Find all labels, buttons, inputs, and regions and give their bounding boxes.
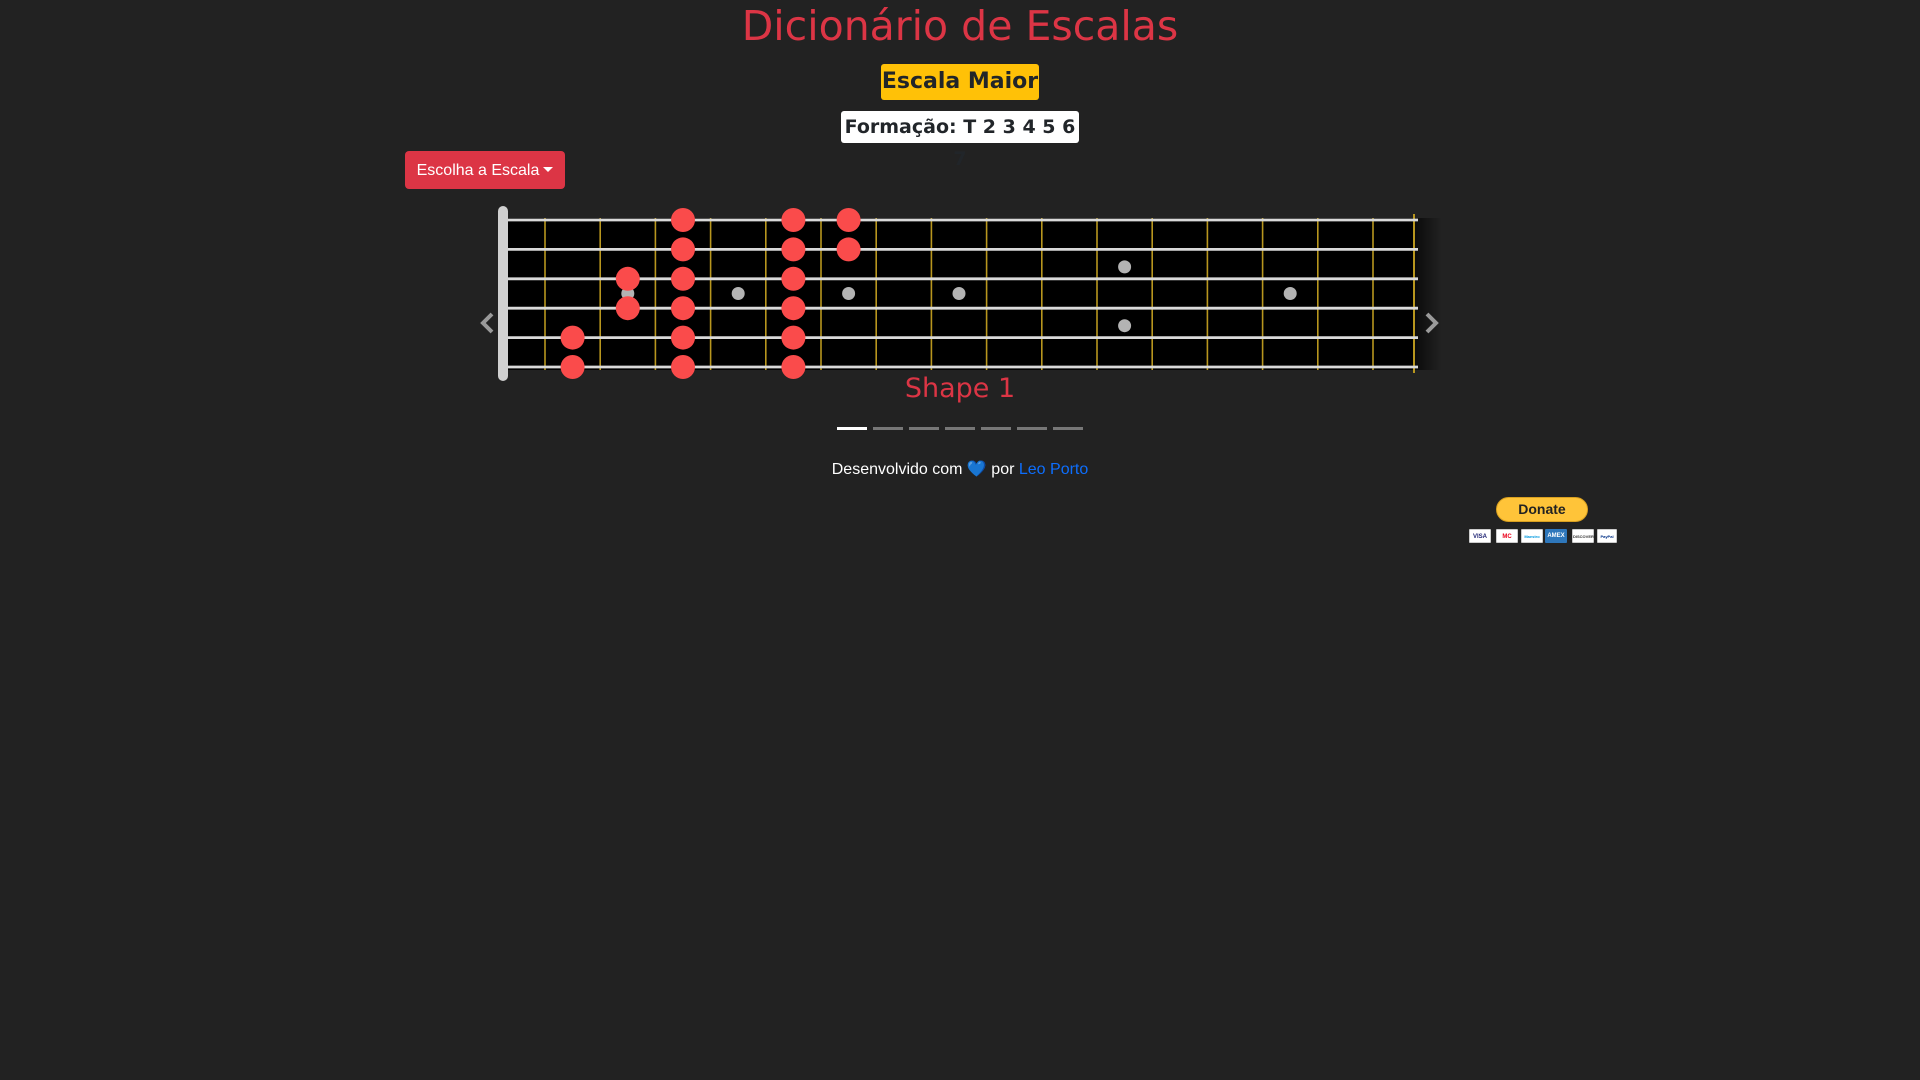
scale-note (836, 237, 861, 262)
scale-note (781, 208, 806, 232)
carousel-indicator[interactable] (981, 427, 1011, 430)
chevron-right-icon (1425, 312, 1439, 334)
fret-inlay (1118, 260, 1132, 274)
scale-note (615, 296, 640, 321)
scale-note (671, 266, 695, 291)
scale-note (781, 296, 806, 321)
footer-credit: Desenvolvido com 💙 por Leo Porto (0, 459, 1920, 479)
fretboard-edge-shadow (1414, 218, 1442, 370)
carousel-indicator[interactable] (1053, 427, 1083, 430)
scale-note (781, 266, 806, 291)
carousel-prev-button[interactable] (474, 305, 502, 341)
carousel-indicator[interactable] (1017, 427, 1047, 430)
payment-card-logo: MC (1496, 529, 1518, 543)
scale-note (671, 208, 695, 232)
fret-inlay (731, 287, 745, 300)
footer-text-mid: por (991, 461, 1015, 478)
scale-name-badge: Escala Maior (881, 64, 1039, 100)
caret-down-icon (543, 167, 554, 172)
fret-inlay (842, 287, 856, 300)
fretboard (498, 206, 1442, 381)
scale-note (781, 325, 806, 350)
scale-note (560, 325, 585, 350)
scale-note (615, 266, 640, 291)
shape-caption: Shape 1 (904, 373, 1016, 404)
payment-cards: VISA MC Maestro AMEX DISCOVER PayPal (1469, 529, 1617, 543)
carousel-indicators (837, 427, 1083, 431)
payment-card-logo: Maestro (1521, 529, 1543, 543)
formation-badge: Formação: T 2 3 4 5 6 7 (841, 111, 1079, 170)
carousel-indicator[interactable] (945, 427, 975, 430)
heart-icon: 💙 (966, 461, 987, 478)
chevron-left-icon (480, 312, 494, 334)
footer-text-before: Desenvolvido com (831, 461, 963, 478)
fret-inlay (952, 287, 966, 300)
carousel-indicator[interactable] (873, 427, 903, 430)
payment-card-logo: DISCOVER (1572, 529, 1594, 543)
page-title: Dicionário de Escalas (741, 2, 1179, 50)
scale-note (781, 237, 806, 262)
scale-dropdown-label: Escolha a Escala (416, 162, 540, 179)
paypal-donate: Donate VISA MC Maestro AMEX DISCOVER PayPal (1469, 497, 1617, 545)
payment-card-logo: VISA (1469, 529, 1491, 543)
scale-note (671, 325, 695, 350)
carousel-indicator[interactable] (837, 427, 867, 430)
scale-note (836, 208, 861, 232)
fret-inlay (1283, 287, 1297, 300)
scale-dropdown-button[interactable]: Escolha a Escala (405, 151, 565, 189)
carousel-next-button[interactable] (1417, 305, 1445, 341)
payment-card-logo: PayPal (1597, 529, 1617, 543)
fret-inlay (1118, 319, 1132, 333)
scale-note (671, 296, 695, 321)
fretboard-nut (498, 206, 508, 381)
scale-note (671, 237, 695, 262)
donate-button[interactable]: Donate (1496, 497, 1588, 522)
author-link[interactable]: Leo Porto (1019, 461, 1088, 478)
carousel-indicator[interactable] (909, 427, 939, 430)
payment-card-logo: AMEX (1545, 529, 1567, 543)
